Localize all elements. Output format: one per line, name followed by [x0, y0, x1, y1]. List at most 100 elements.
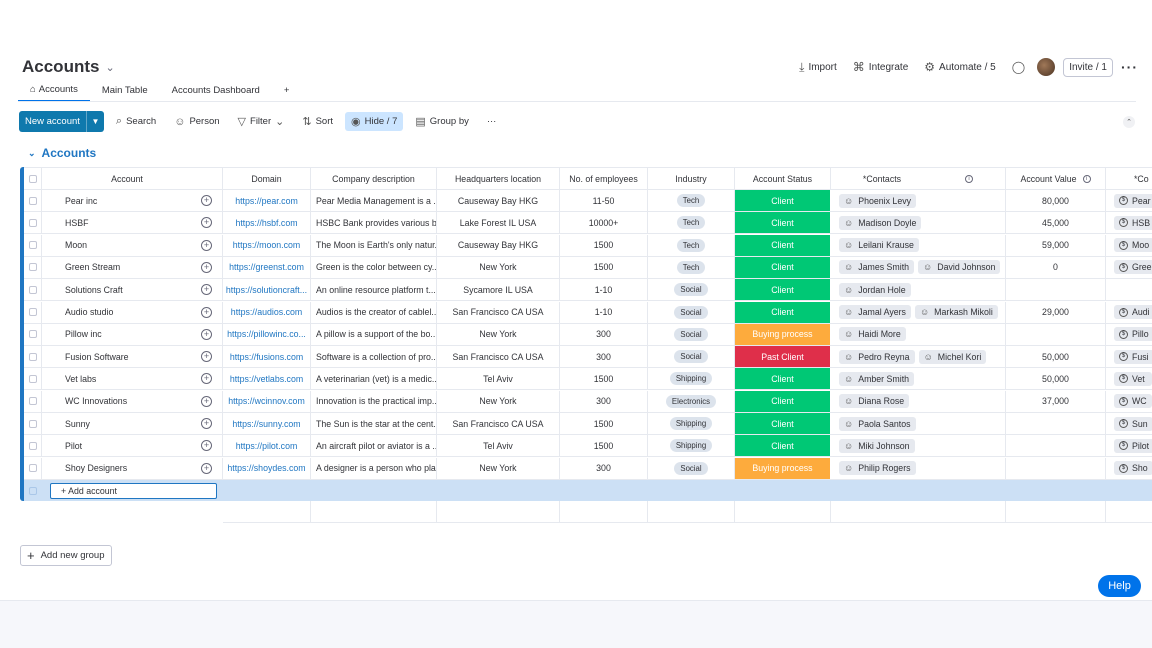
- account-value-cell[interactable]: 45,000: [1006, 212, 1106, 234]
- employees-cell[interactable]: 1500: [560, 368, 648, 390]
- collapse-header-icon[interactable]: ⌃: [1123, 116, 1135, 128]
- row-checkbox[interactable]: [24, 390, 42, 412]
- company-cell[interactable]: $ Pear: [1106, 190, 1152, 211]
- contacts-cell[interactable]: ☺ Jamal Ayers ☺ Markash Mikoli: [831, 301, 1006, 323]
- add-update-icon[interactable]: +: [201, 351, 212, 363]
- contact-chip[interactable]: ☺ Paola Santos: [839, 416, 916, 431]
- employees-cell[interactable]: 1500: [560, 435, 648, 457]
- account-value-cell[interactable]: [1006, 457, 1106, 479]
- description-cell[interactable]: The Sun is the star at the cent...: [311, 413, 437, 434]
- contacts-cell[interactable]: ☺ Philip Rogers: [831, 457, 1006, 479]
- row-checkbox[interactable]: [24, 346, 42, 368]
- description-cell[interactable]: A pillow is a support of the bo...: [311, 323, 437, 345]
- status-cell[interactable]: Buying process: [735, 323, 831, 345]
- tab-main-table[interactable]: Main Table: [90, 82, 160, 102]
- add-new-group-button[interactable]: + Add new group: [20, 545, 112, 566]
- industry-cell[interactable]: Tech: [648, 190, 735, 211]
- company-chip[interactable]: $ Pillo: [1114, 327, 1152, 342]
- company-cell[interactable]: $ Gree: [1106, 257, 1152, 278]
- domain-link[interactable]: https://pillowinc.co...: [223, 323, 311, 345]
- hq-cell[interactable]: Sycamore IL USA: [437, 279, 560, 301]
- account-value-cell[interactable]: [1006, 323, 1106, 345]
- account-value-cell[interactable]: [1006, 279, 1106, 301]
- add-update-icon[interactable]: +: [201, 462, 212, 474]
- industry-cell[interactable]: Social: [648, 457, 735, 479]
- employees-cell[interactable]: 300: [560, 323, 648, 345]
- company-chip[interactable]: $ HSB: [1114, 215, 1152, 230]
- contact-chip[interactable]: ☺ Madison Doyle: [839, 215, 922, 230]
- domain-link[interactable]: https://sunny.com: [223, 413, 311, 434]
- status-cell[interactable]: Client: [735, 390, 831, 412]
- account-name-cell[interactable]: Audio studio +: [42, 301, 223, 323]
- company-chip[interactable]: $ WC: [1114, 394, 1152, 409]
- chevron-down-icon[interactable]: ▼: [85, 111, 104, 132]
- industry-cell[interactable]: Shipping: [648, 368, 735, 390]
- domain-link[interactable]: https://greenst.com: [223, 256, 311, 278]
- industry-cell[interactable]: Shipping: [648, 435, 735, 457]
- column-header-hq[interactable]: Headquarters location: [437, 168, 560, 189]
- add-update-icon[interactable]: +: [201, 239, 212, 251]
- chevron-down-icon[interactable]: ⌄: [105, 61, 114, 74]
- contacts-cell[interactable]: ☺ Diana Rose: [831, 390, 1006, 412]
- contacts-cell[interactable]: ☺ Madison Doyle: [831, 212, 1006, 234]
- add-update-icon[interactable]: +: [201, 195, 212, 206]
- contacts-cell[interactable]: ☺ Miki Johnson: [831, 435, 1006, 457]
- contacts-cell[interactable]: ☺ Phoenix Levy: [831, 190, 1006, 211]
- account-value-cell[interactable]: 59,000: [1006, 234, 1106, 256]
- company-cell[interactable]: $ Audi: [1106, 302, 1152, 323]
- column-header-employees[interactable]: No. of employees: [560, 168, 648, 189]
- company-chip[interactable]: $ Vet: [1114, 371, 1152, 386]
- status-cell[interactable]: Client: [735, 212, 831, 234]
- account-value-cell[interactable]: 0: [1006, 256, 1106, 278]
- contact-chip[interactable]: ☺ Markash Mikoli: [914, 305, 998, 319]
- status-cell[interactable]: Buying process: [735, 457, 831, 479]
- contacts-cell[interactable]: ☺ Paola Santos: [831, 413, 1006, 434]
- group-header[interactable]: ⌄ Accounts: [28, 146, 96, 160]
- account-name-cell[interactable]: Moon +: [42, 234, 223, 256]
- industry-cell[interactable]: Shipping: [648, 413, 735, 434]
- hq-cell[interactable]: San Francisco CA USA: [437, 301, 560, 323]
- employees-cell[interactable]: 1500: [560, 256, 648, 278]
- row-checkbox[interactable]: [24, 190, 42, 211]
- contacts-cell[interactable]: ☺ Haidi More: [831, 323, 1006, 345]
- industry-cell[interactable]: Social: [648, 323, 735, 345]
- description-cell[interactable]: Innovation is the practical imp...: [311, 390, 437, 412]
- industry-cell[interactable]: Social: [648, 301, 735, 323]
- industry-cell[interactable]: Tech: [648, 212, 735, 234]
- industry-cell[interactable]: Social: [648, 346, 735, 368]
- contact-chip[interactable]: ☺ Leilani Krause: [839, 238, 919, 253]
- employees-cell[interactable]: 300: [560, 390, 648, 412]
- contact-chip[interactable]: ☺ Amber Smith: [839, 371, 915, 386]
- company-cell[interactable]: $ Pilot: [1106, 435, 1152, 456]
- status-cell[interactable]: Client: [735, 413, 831, 434]
- industry-cell[interactable]: Social: [648, 279, 735, 301]
- hq-cell[interactable]: New York: [437, 390, 560, 412]
- add-update-icon[interactable]: +: [201, 306, 212, 318]
- status-cell[interactable]: Client: [735, 234, 831, 256]
- company-cell[interactable]: $ Vet: [1106, 368, 1152, 389]
- filter-button[interactable]: ▽ Filter ⌄: [232, 112, 291, 131]
- company-cell[interactable]: $ WC: [1106, 391, 1152, 412]
- add-update-icon[interactable]: +: [201, 373, 212, 385]
- account-name-cell[interactable]: Pilot +: [42, 435, 223, 457]
- add-update-icon[interactable]: +: [201, 418, 212, 429]
- account-value-cell[interactable]: 37,000: [1006, 390, 1106, 412]
- company-cell[interactable]: $ Sun: [1106, 413, 1152, 434]
- invite-button[interactable]: Invite / 1: [1063, 57, 1113, 77]
- company-cell[interactable]: $ HSB: [1106, 212, 1152, 233]
- company-chip[interactable]: $ Pilot: [1114, 438, 1152, 453]
- contacts-cell[interactable]: ☺ Jordan Hole: [831, 279, 1006, 301]
- employees-cell[interactable]: 300: [560, 346, 648, 368]
- company-cell[interactable]: [1106, 279, 1152, 300]
- column-header-contacts[interactable]: *Contacts i: [831, 168, 1006, 189]
- contact-chip[interactable]: ☺ Haidi More: [839, 327, 906, 342]
- employees-cell[interactable]: 11-50: [560, 190, 648, 211]
- sort-button[interactable]: ⇅ Sort: [296, 112, 339, 131]
- account-value-cell[interactable]: 50,000: [1006, 368, 1106, 390]
- add-view-button[interactable]: +: [272, 82, 302, 102]
- status-cell[interactable]: Client: [735, 279, 831, 301]
- account-name-cell[interactable]: HSBF +: [42, 212, 223, 234]
- add-update-icon[interactable]: +: [201, 284, 212, 296]
- account-name-cell[interactable]: Fusion Software +: [42, 346, 223, 368]
- employees-cell[interactable]: 300: [560, 457, 648, 479]
